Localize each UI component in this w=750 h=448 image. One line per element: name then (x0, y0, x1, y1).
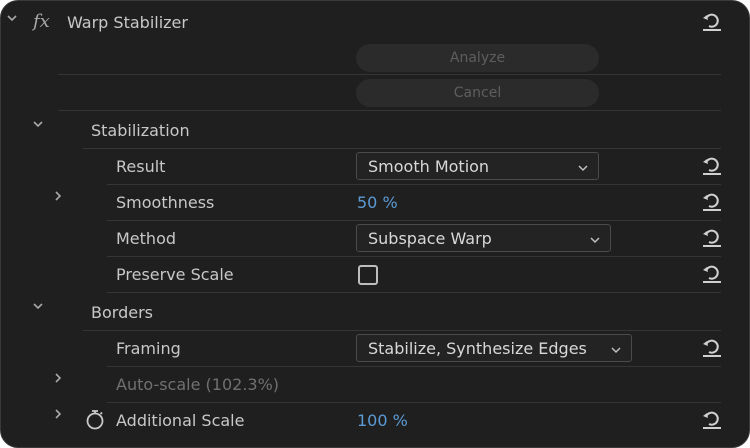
method-label: Method (116, 229, 177, 248)
reset-icon[interactable] (701, 191, 723, 213)
effect-title: Warp Stabilizer (67, 13, 188, 32)
smoothness-row: Smoothness 50 % (1, 185, 749, 221)
result-row: Result Smooth Motion (1, 149, 749, 185)
chevron-right-icon[interactable] (51, 407, 67, 421)
chevron-down-icon[interactable] (31, 117, 47, 131)
reset-icon[interactable] (701, 263, 723, 285)
chevron-down-icon[interactable] (5, 11, 21, 25)
preserve-scale-label: Preserve Scale (116, 265, 234, 284)
method-value: Subspace Warp (368, 229, 492, 248)
method-row: Method Subspace Warp (1, 221, 749, 257)
fx-icon[interactable]: fx (33, 11, 50, 32)
stopwatch-icon[interactable] (85, 409, 105, 435)
additional-scale-label: Additional Scale (116, 411, 245, 430)
framing-label: Framing (116, 339, 181, 358)
autoscale-row: Auto-scale (102.3%) (1, 367, 749, 403)
chevron-down-icon[interactable] (31, 299, 47, 313)
effect-controls-panel: fx Warp Stabilizer Analyze Cancel Stabil… (0, 0, 750, 448)
additional-scale-row: Additional Scale 100 % (1, 403, 749, 439)
result-value: Smooth Motion (368, 157, 490, 176)
autoscale-label: Auto-scale (102.3%) (116, 375, 280, 394)
smoothness-value[interactable]: 50 % (357, 193, 398, 212)
analyze-row: Analyze (1, 41, 749, 75)
effect-header-row[interactable]: fx Warp Stabilizer (1, 5, 749, 41)
preserve-scale-checkbox[interactable] (358, 265, 378, 285)
reset-icon[interactable] (701, 11, 723, 33)
reset-icon[interactable] (701, 227, 723, 249)
stabilization-section-label: Stabilization (91, 121, 190, 140)
cancel-row: Cancel (1, 77, 749, 111)
result-label: Result (116, 157, 166, 176)
preserve-scale-row: Preserve Scale (1, 257, 749, 293)
method-dropdown[interactable]: Subspace Warp (356, 224, 611, 252)
reset-icon[interactable] (701, 409, 723, 431)
result-dropdown[interactable]: Smooth Motion (356, 152, 599, 180)
chevron-right-icon[interactable] (51, 371, 67, 385)
framing-dropdown[interactable]: Stabilize, Synthesize Edges (356, 334, 632, 362)
smoothness-label: Smoothness (116, 193, 215, 212)
chevron-down-icon (610, 341, 622, 360)
cancel-button[interactable]: Cancel (356, 79, 599, 107)
chevron-right-icon[interactable] (51, 189, 67, 203)
framing-value: Stabilize, Synthesize Edges (368, 339, 587, 358)
borders-section-row[interactable]: Borders (1, 295, 749, 331)
chevron-down-icon (577, 159, 589, 178)
additional-scale-value[interactable]: 100 % (357, 411, 408, 430)
borders-section-label: Borders (91, 303, 153, 322)
analyze-button[interactable]: Analyze (356, 44, 599, 72)
framing-row: Framing Stabilize, Synthesize Edges (1, 331, 749, 367)
stabilization-section-row[interactable]: Stabilization (1, 113, 749, 149)
reset-icon[interactable] (701, 155, 723, 177)
chevron-down-icon (589, 231, 601, 250)
reset-icon[interactable] (701, 337, 723, 359)
